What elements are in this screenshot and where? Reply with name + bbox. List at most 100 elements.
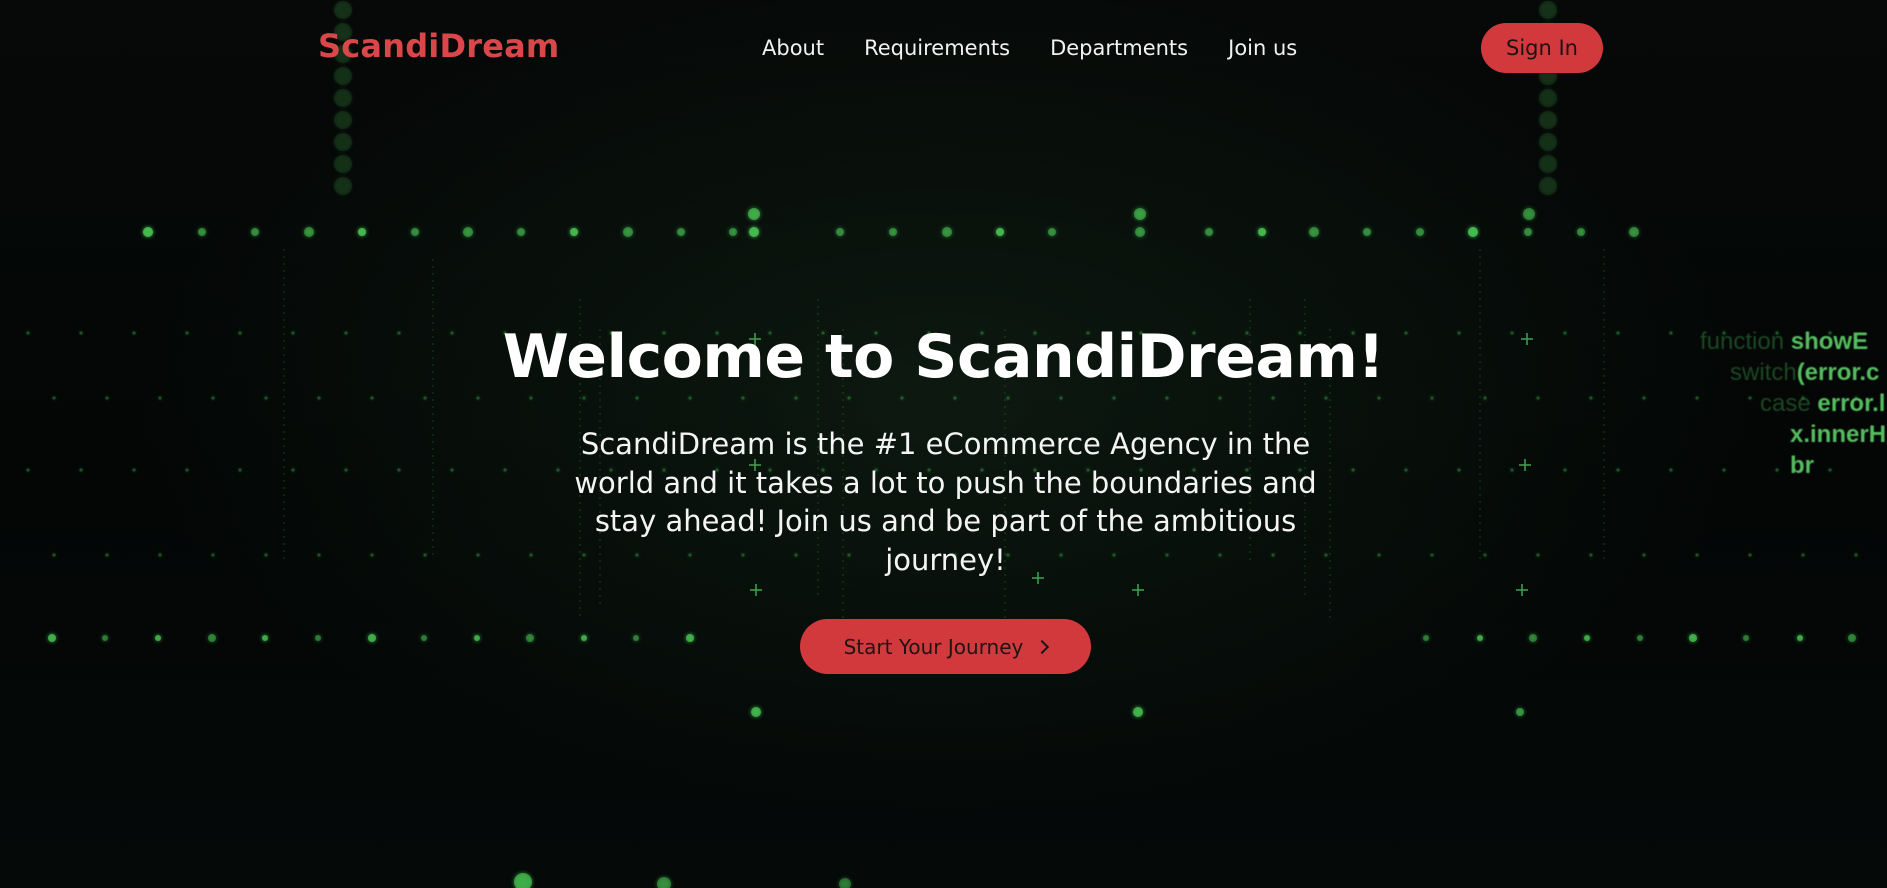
- matrix-dot: [741, 396, 745, 400]
- matrix-trail: [1304, 404, 1306, 406]
- matrix-trail: [283, 410, 285, 412]
- matrix-trail: [432, 525, 434, 527]
- nav-link-about[interactable]: About: [762, 36, 824, 60]
- matrix-dot: [1801, 553, 1805, 557]
- matrix-dot: [344, 468, 348, 472]
- matrix-trail: [817, 593, 819, 595]
- nav-link-requirements[interactable]: Requirements: [864, 36, 1010, 60]
- matrix-dot: [48, 634, 56, 642]
- matrix-trail: [1603, 403, 1605, 405]
- matrix-dot: [102, 635, 108, 641]
- matrix-trail: [283, 438, 285, 440]
- code-line: x.innerH: [1790, 421, 1887, 448]
- matrix-dot: [1516, 708, 1524, 716]
- matrix-trail: [1004, 420, 1006, 422]
- matrix-trail: [817, 313, 819, 315]
- matrix-trail: [1603, 396, 1605, 398]
- matrix-trail: [817, 586, 819, 588]
- matrix-dot: [1529, 634, 1537, 642]
- matrix-trail: [1329, 420, 1331, 422]
- matrix-trail: [1603, 536, 1605, 538]
- start-journey-button[interactable]: Start Your Journey: [800, 619, 1091, 674]
- matrix-trail: [1479, 410, 1481, 412]
- matrix-trail: [1603, 515, 1605, 517]
- matrix-dot: [421, 635, 427, 641]
- matrix-trail: [1479, 508, 1481, 510]
- matrix-dot: [847, 396, 851, 400]
- matrix-trail: [1479, 312, 1481, 314]
- matrix-trail: [579, 418, 581, 420]
- matrix-dot: [657, 877, 671, 888]
- matrix-trail: [1479, 319, 1481, 321]
- start-journey-label: Start Your Journey: [843, 634, 1024, 659]
- matrix-trail: [1304, 397, 1306, 399]
- matrix-dot: [198, 228, 206, 236]
- matrix-dot: [211, 553, 215, 557]
- matrix-trail: [1329, 497, 1331, 499]
- matrix-trail: [1603, 312, 1605, 314]
- matrix-trail: [1603, 270, 1605, 272]
- matrix-dot: [1404, 468, 1408, 472]
- matrix-dot: [1695, 396, 1699, 400]
- matrix-dot: [211, 396, 215, 400]
- matrix-dot: [238, 468, 242, 472]
- matrix-dot: [1797, 635, 1803, 641]
- matrix-trail: [1603, 452, 1605, 454]
- nav-link-departments[interactable]: Departments: [1050, 36, 1188, 60]
- matrix-dot: [526, 634, 534, 642]
- matrix-trail: [283, 557, 285, 559]
- top-navbar: ScandiDream About Requirements Departmen…: [0, 0, 1887, 98]
- matrix-trail: [1329, 574, 1331, 576]
- matrix-trail: [1603, 438, 1605, 440]
- matrix-trail: [283, 291, 285, 293]
- matrix-trail: [1479, 473, 1481, 475]
- matrix-dot: [1584, 635, 1590, 641]
- matrix-dot: [317, 396, 321, 400]
- matrix-trail: [1304, 306, 1306, 308]
- sign-in-button[interactable]: Sign In: [1481, 23, 1603, 73]
- matrix-trail: [432, 441, 434, 443]
- matrix-trail: [817, 404, 819, 406]
- matrix-trail: [1479, 536, 1481, 538]
- matrix-trail: [1603, 529, 1605, 531]
- matrix-trail: [432, 448, 434, 450]
- matrix-trail: [1479, 494, 1481, 496]
- matrix-trail: [1603, 256, 1605, 258]
- matrix-trail: [432, 546, 434, 548]
- matrix-trail: [283, 445, 285, 447]
- matrix-trail: [283, 403, 285, 405]
- matrix-trail: [1329, 469, 1331, 471]
- brand-logo[interactable]: ScandiDream: [318, 27, 559, 65]
- matrix-trail: [1004, 588, 1006, 590]
- landing-page: function showE switch(error.c case error.l…: [0, 0, 1887, 888]
- matrix-trail: [283, 249, 285, 251]
- matrix-dot: [304, 227, 314, 237]
- matrix-trail: [432, 483, 434, 485]
- matrix-trail: [283, 473, 285, 475]
- matrix-dot: [1006, 396, 1010, 400]
- matrix-trail: [432, 532, 434, 534]
- matrix-dot: [411, 228, 419, 236]
- matrix-trail: [432, 518, 434, 520]
- matrix-trail: [432, 504, 434, 506]
- matrix-trail: [1004, 406, 1006, 408]
- matrix-trail: [1603, 459, 1605, 461]
- matrix-trail: [1329, 399, 1331, 401]
- nav-link-join-us[interactable]: Join us: [1228, 36, 1297, 60]
- matrix-trail: [283, 277, 285, 279]
- matrix-trail: [1249, 418, 1251, 420]
- matrix-trail: [842, 392, 844, 394]
- matrix-trail: [1479, 284, 1481, 286]
- matrix-dot: [1524, 228, 1532, 236]
- matrix-dot: [397, 468, 401, 472]
- matrix-dot: [1536, 553, 1540, 557]
- matrix-dot: [1324, 553, 1328, 557]
- matrix-trail: [1603, 473, 1605, 475]
- matrix-trail: [432, 476, 434, 478]
- matrix-trail: [1329, 427, 1331, 429]
- matrix-trail: [432, 259, 434, 261]
- matrix-trail: [1603, 263, 1605, 265]
- matrix-trail: [283, 508, 285, 510]
- matrix-dot: [677, 228, 685, 236]
- matrix-trail: [432, 413, 434, 415]
